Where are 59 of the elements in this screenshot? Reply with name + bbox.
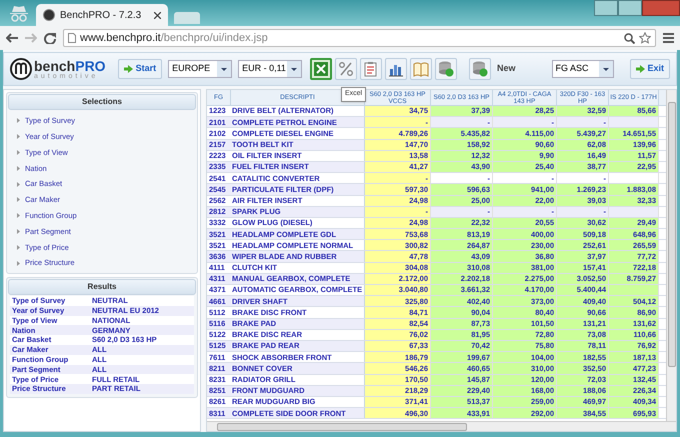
percent-icon — [338, 61, 354, 77]
horizontal-scrollbar[interactable] — [207, 421, 676, 431]
chart-button[interactable] — [385, 58, 408, 80]
expand-arrow-icon — [17, 150, 20, 155]
forward-arrow-icon[interactable] — [25, 33, 37, 43]
panel-header: Results — [8, 278, 196, 295]
book-icon — [413, 61, 430, 77]
sort-dropdown[interactable]: FG ASC — [552, 60, 614, 78]
reload-icon[interactable] — [44, 32, 56, 44]
incognito-icon — [8, 4, 30, 22]
expand-arrow-icon — [17, 213, 20, 218]
currency-dropdown[interactable]: EUR - 0,11 — [238, 60, 302, 78]
logo-wordmark: benchPRO — [34, 58, 106, 72]
exit-button[interactable]: Exit — [630, 59, 670, 79]
expand-arrow-icon — [17, 197, 20, 202]
database-button[interactable] — [435, 58, 458, 80]
panel-header: Selections — [8, 94, 196, 110]
start-button[interactable]: Start — [118, 59, 162, 79]
close-icon[interactable] — [154, 12, 161, 18]
back-arrow-icon[interactable] — [6, 33, 18, 43]
database-icon — [472, 61, 488, 77]
expand-arrow-icon — [17, 244, 20, 250]
caret-icon — [217, 61, 232, 77]
clipboard-icon — [363, 61, 380, 77]
expand-arrow-icon — [17, 166, 20, 171]
tab-title: BenchPRO - 7.2.3 — [60, 8, 142, 22]
url-text: www.benchpro.it/benchpro/ui/index.jsp — [80, 30, 269, 46]
database-icon — [438, 61, 454, 77]
arrow-icon — [636, 65, 644, 73]
star-icon[interactable] — [639, 32, 651, 44]
scrollbar-thumb[interactable] — [217, 422, 467, 430]
maximize-button[interactable] — [618, 0, 642, 16]
vertical-scrollbar[interactable] — [666, 90, 676, 421]
region-dropdown[interactable]: EUROPE — [168, 60, 232, 78]
arrow-icon — [124, 65, 133, 73]
new-label: New — [497, 62, 516, 76]
expand-arrow-icon — [17, 118, 20, 124]
expand-arrow-icon — [17, 260, 20, 266]
menu-icon[interactable] — [663, 33, 674, 43]
browser-tab[interactable]: BenchPRO - 7.2.3 — [36, 4, 168, 26]
clipboard-button[interactable] — [360, 58, 382, 80]
zoom-icon[interactable] — [624, 32, 635, 44]
scrollbar-thumb[interactable] — [668, 102, 676, 367]
expand-arrow-icon — [17, 134, 20, 140]
address-bar[interactable]: www.benchpro.it/benchpro/ui/index.jsp — [63, 29, 656, 47]
book-button[interactable] — [410, 58, 432, 80]
database-button[interactable] — [469, 58, 492, 80]
caret-icon — [598, 61, 612, 77]
logo-icon — [10, 58, 32, 80]
close-window-button[interactable] — [642, 0, 680, 16]
caret-icon — [287, 61, 302, 77]
minimize-button[interactable] — [594, 0, 618, 16]
percent-button[interactable] — [335, 58, 358, 80]
excel-button[interactable] — [310, 58, 332, 80]
page-icon — [68, 33, 76, 43]
expand-arrow-icon — [17, 228, 20, 234]
tab-favicon-icon — [43, 9, 55, 21]
expand-arrow-icon — [17, 182, 20, 187]
excel-icon — [313, 61, 330, 77]
